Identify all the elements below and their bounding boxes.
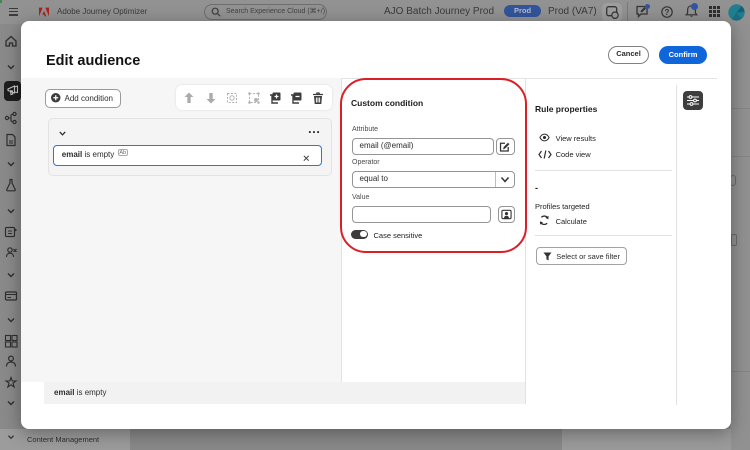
svg-text:?: ?: [665, 7, 670, 16]
